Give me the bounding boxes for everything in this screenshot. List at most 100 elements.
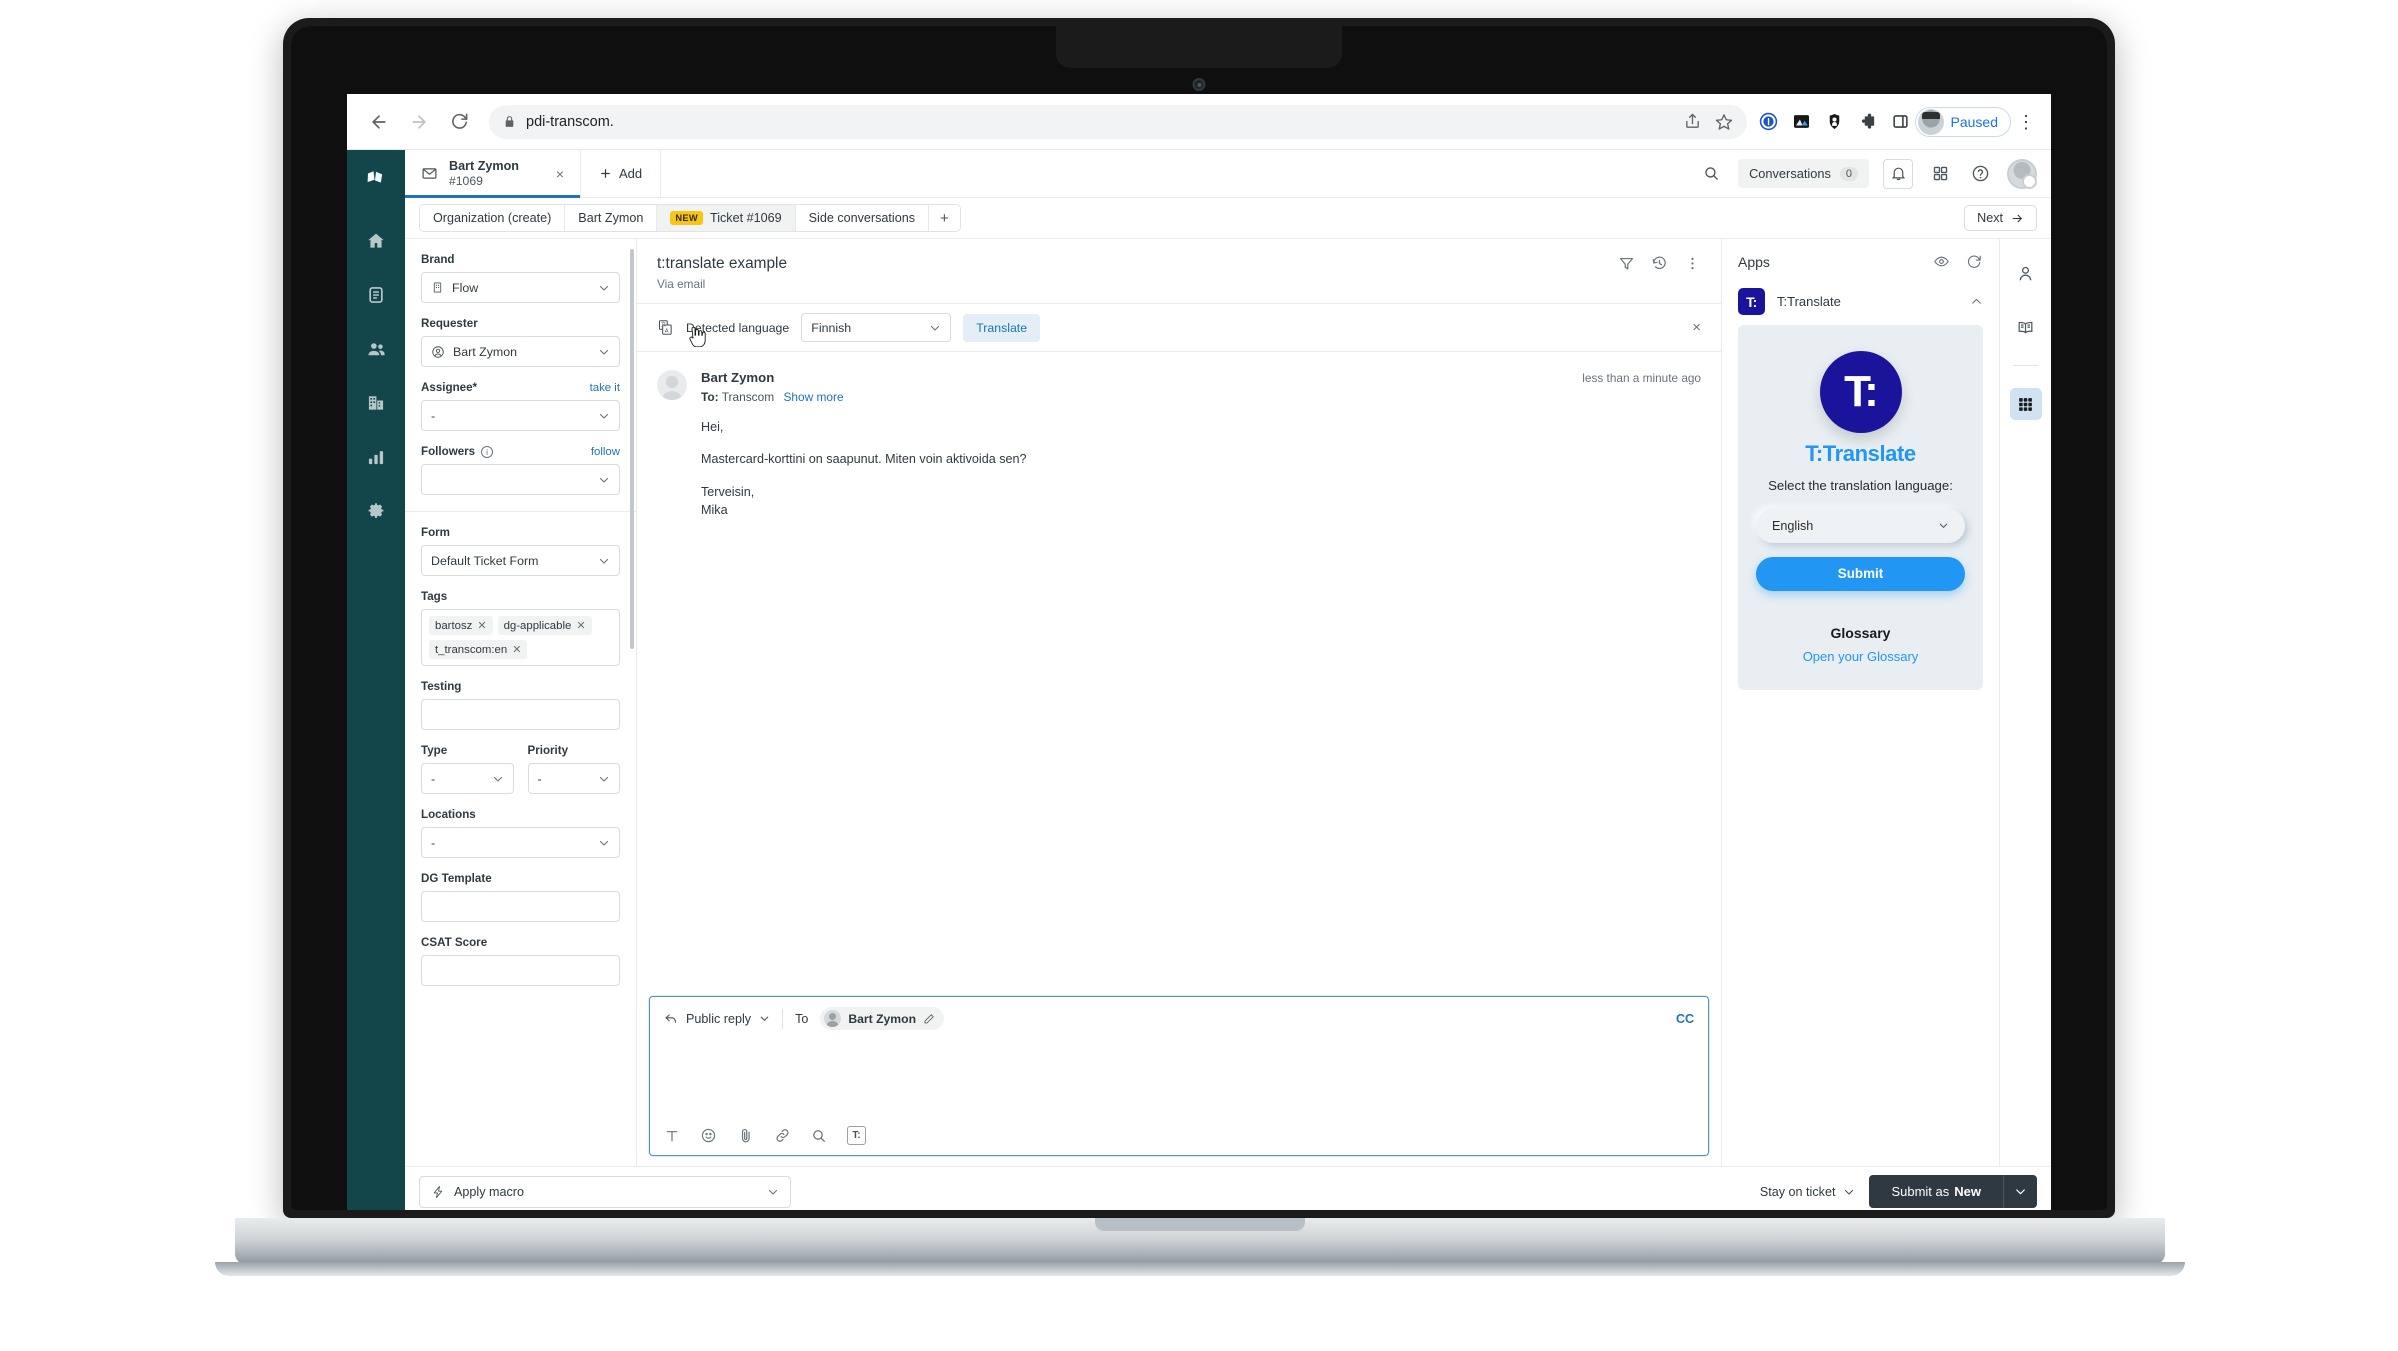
ttranslate-submit-button[interactable]: Submit	[1756, 556, 1965, 591]
user-avatar[interactable]	[2007, 158, 2037, 189]
close-icon[interactable]: ✕	[512, 643, 521, 656]
show-more-link[interactable]: Show more	[783, 390, 843, 404]
subtab-label: Bart Zymon	[578, 211, 644, 225]
text-format-icon[interactable]	[664, 1128, 680, 1144]
comment-text: Hei, Mastercard-korttini on saapunut. Mi…	[701, 418, 1701, 519]
requester-select[interactable]: Bart Zymon	[421, 336, 620, 367]
csat-input[interactable]	[421, 955, 620, 986]
locations-select[interactable]: -	[421, 827, 620, 858]
close-tab-icon[interactable]: ×	[556, 166, 564, 182]
ticket-tab[interactable]: Bart Zymon #1069 ×	[405, 150, 581, 198]
apps-grid-icon[interactable]	[1927, 161, 1953, 187]
tags-input[interactable]: bartosz ✕ dg-applicable ✕ t_transcom:en …	[421, 609, 620, 666]
search-icon[interactable]	[1698, 161, 1724, 187]
subtab-bart-zymon[interactable]: Bart Zymon	[565, 205, 658, 231]
forward-button[interactable]	[401, 104, 437, 140]
detected-language-select[interactable]: Finnish	[801, 313, 952, 342]
history-icon[interactable]	[1651, 255, 1668, 272]
shield-extension-icon[interactable]	[1825, 112, 1845, 132]
settings-icon[interactable]	[361, 496, 391, 526]
zendesk-logo-icon[interactable]	[361, 164, 391, 194]
share-icon[interactable]	[1684, 113, 1701, 130]
translation-language-select[interactable]: English	[1756, 508, 1965, 543]
address-bar[interactable]: pdi-transcom.	[489, 104, 1747, 139]
subtab-side-conversations[interactable]: Side conversations	[795, 205, 930, 231]
apps-header: Apps	[1722, 239, 1999, 280]
help-icon[interactable]	[1967, 161, 1993, 187]
reporting-icon[interactable]	[361, 442, 391, 472]
laptop-lid: pdi-transcom. Paused ⋮ Bart Zymon #1069 …	[283, 18, 2115, 1218]
close-icon[interactable]: ×	[1692, 319, 1701, 336]
bookmark-star-icon[interactable]	[1715, 113, 1733, 131]
reply-composer[interactable]: Public reply To Bart Zymon CC T:	[649, 996, 1709, 1156]
back-button[interactable]	[361, 104, 397, 140]
follow-link[interactable]: follow	[591, 446, 620, 458]
conversations-button[interactable]: Conversations 0	[1738, 159, 1869, 188]
dg-template-input[interactable]	[421, 891, 620, 922]
tag-chip[interactable]: dg-applicable ✕	[497, 616, 592, 635]
subtab-organization-create[interactable]: Organization (create)	[420, 205, 566, 231]
organizations-icon[interactable]	[361, 388, 391, 418]
brand-select[interactable]: Flow	[421, 272, 620, 303]
cc-button[interactable]: CC	[1676, 1012, 1694, 1026]
bell-icon[interactable]	[1883, 158, 1913, 189]
tag-chip[interactable]: t_transcom:en ✕	[429, 640, 528, 659]
1password-icon[interactable]	[1759, 112, 1779, 132]
info-icon[interactable]: i	[481, 445, 494, 458]
testing-input[interactable]	[421, 699, 620, 730]
views-icon[interactable]	[361, 280, 391, 310]
home-icon[interactable]	[361, 226, 391, 256]
apps-grid-icon[interactable]	[2009, 388, 2042, 420]
apply-macro-select[interactable]: Apply macro	[419, 1175, 791, 1208]
eye-icon[interactable]	[1933, 253, 1950, 270]
close-icon[interactable]: ✕	[477, 619, 486, 632]
app-ttranslate-header[interactable]: T: T:Translate	[1722, 280, 1999, 325]
edit-pencil-icon[interactable]	[923, 1013, 935, 1025]
add-subtab-button[interactable]: +	[929, 205, 960, 231]
followers-label: Followers i follow	[421, 445, 620, 458]
chrome-menu-icon[interactable]: ⋮	[2015, 113, 2037, 131]
add-tab-button[interactable]: Add	[581, 150, 662, 197]
tag-chip[interactable]: bartosz ✕	[429, 616, 493, 635]
chevron-up-icon[interactable]	[1970, 295, 1983, 308]
reply-type-label: Public reply	[686, 1011, 752, 1026]
filter-icon[interactable]	[1618, 255, 1635, 272]
sidepanel-icon[interactable]	[1891, 112, 1911, 132]
sidebar-scrollbar[interactable]	[630, 249, 634, 649]
submit-options-button[interactable]	[2003, 1175, 2037, 1208]
emoji-icon[interactable]	[700, 1127, 717, 1144]
submit-button[interactable]: Submit as New	[1869, 1175, 2003, 1208]
zendesk-app: Bart Zymon #1069 × Add Conversations 0 O…	[347, 150, 2051, 1210]
form-select[interactable]: Default Ticket Form	[421, 545, 620, 576]
reload-button[interactable]	[441, 104, 477, 140]
customers-icon[interactable]	[361, 334, 391, 364]
ttranslate-icon[interactable]: T:	[847, 1126, 866, 1145]
puzzle-icon[interactable]	[1858, 112, 1878, 132]
brand-label: Brand	[421, 253, 455, 266]
translate-button[interactable]: Translate	[963, 313, 1041, 342]
attachment-icon[interactable]	[737, 1127, 754, 1144]
subtab-ticket-1069[interactable]: NEW Ticket #1069	[657, 205, 796, 231]
followers-select[interactable]	[421, 464, 620, 495]
knowledge-book-icon[interactable]	[2010, 311, 2042, 343]
link-icon[interactable]	[774, 1127, 791, 1144]
assignee-select[interactable]: -	[421, 400, 620, 431]
testing-label: Testing	[421, 680, 462, 693]
chevron-down-icon	[1938, 520, 1949, 531]
close-icon[interactable]: ✕	[576, 619, 585, 632]
image-extension-icon[interactable]	[1792, 112, 1812, 132]
refresh-icon[interactable]	[1966, 253, 1983, 270]
search-icon[interactable]	[811, 1128, 827, 1144]
type-select[interactable]: -	[421, 763, 514, 794]
next-ticket-button[interactable]: Next	[1964, 205, 2037, 231]
user-icon[interactable]	[2010, 257, 2042, 289]
reply-type-selector[interactable]: Public reply	[664, 1012, 770, 1026]
glossary-link[interactable]: Open your Glossary	[1756, 649, 1965, 664]
more-vertical-icon[interactable]	[1684, 255, 1701, 272]
take-it-link[interactable]: take it	[590, 382, 620, 394]
priority-select[interactable]: -	[527, 763, 620, 794]
profile-button[interactable]: Paused	[1914, 106, 2011, 137]
reply-textarea[interactable]	[650, 1038, 1708, 1118]
stay-on-ticket-select[interactable]: Stay on ticket	[1760, 1185, 1856, 1199]
recipient-chip[interactable]: Bart Zymon	[820, 1007, 945, 1030]
